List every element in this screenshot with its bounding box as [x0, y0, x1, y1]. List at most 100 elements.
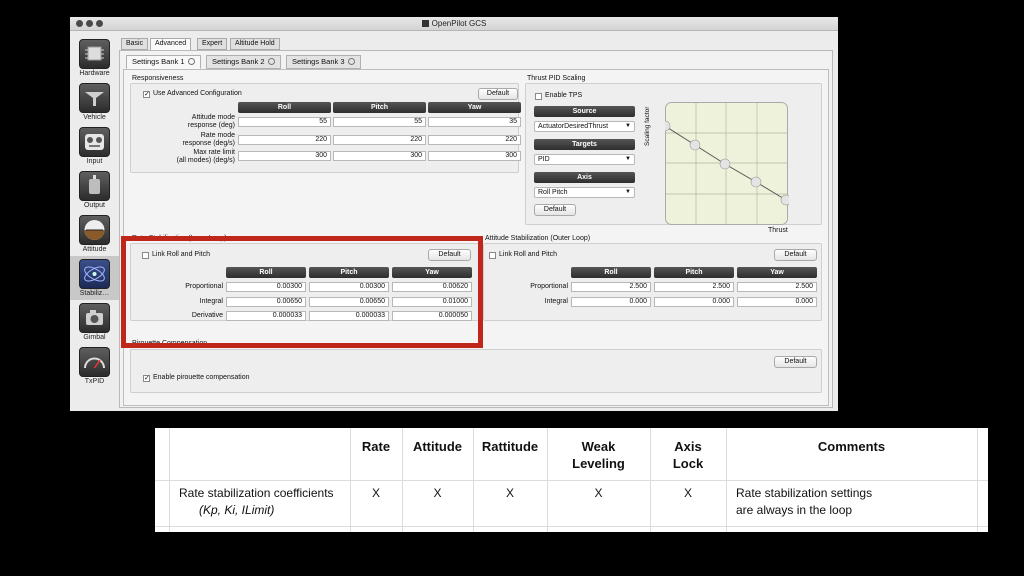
att-pitch-column-header: Pitch	[654, 267, 734, 278]
bank-tab-label: Settings Bank 3	[292, 57, 345, 66]
sidebar-item-stabilization[interactable]: Stabiliz…	[70, 256, 119, 300]
att-roll-column-header: Roll	[571, 267, 651, 278]
targets-header: Targets	[534, 139, 635, 150]
stabilization-icon	[79, 259, 110, 289]
attitude-roll-field[interactable]: 55	[238, 117, 331, 127]
sidebar-item-attitude[interactable]: Attitude	[70, 212, 119, 256]
enable-tps-checkbox[interactable]	[535, 93, 542, 100]
curve-point[interactable]	[750, 176, 762, 188]
pirouette-default-button[interactable]: Default	[774, 356, 817, 368]
thrust-pid-group: Enable TPS Source ActuatorDesiredThrust ▼…	[525, 83, 822, 234]
advanced-tab-panel: Settings Bank 1 Settings Bank 2 Settings…	[119, 50, 833, 408]
att-integral-label: Integral	[544, 298, 568, 305]
tab-altitude-hold[interactable]: Altitude Hold	[230, 38, 280, 50]
col-header-rattitude: Rattitude	[481, 439, 539, 454]
attitude-stab-title: Attitude Stabilization (Outer Loop)	[485, 235, 591, 242]
att-ki-pitch-field[interactable]: 0.000	[654, 297, 734, 307]
table-divider	[155, 480, 988, 481]
thrust-axis-label: Thrust	[768, 227, 788, 234]
sidebar-item-vehicle[interactable]: Vehicle	[70, 80, 119, 124]
axis-value: Roll Pitch	[538, 189, 568, 196]
targets-select[interactable]: PID ▼	[534, 154, 635, 165]
openpilot-gcs-window: OpenPilot GCS Hardware Vehicle Input Out…	[70, 17, 838, 411]
txpid-icon	[79, 347, 110, 377]
rate-roll-field[interactable]: 220	[238, 135, 331, 145]
axis-header: Axis	[534, 172, 635, 183]
sidebar-item-label: TxPID	[84, 378, 105, 385]
tab-settings-bank-3[interactable]: Settings Bank 3	[286, 55, 361, 69]
att-kp-pitch-field[interactable]: 2.500	[654, 282, 734, 292]
col-header-rate: Rate	[361, 439, 391, 454]
sidebar-item-hardware[interactable]: Hardware	[70, 36, 119, 80]
thrust-default-button[interactable]: Default	[534, 204, 576, 216]
gimbal-icon	[79, 303, 110, 333]
search-icon	[347, 58, 355, 65]
row-name: Rate stabilization coefficients	[179, 486, 334, 500]
chevron-down-icon: ▼	[625, 123, 631, 129]
sidebar-item-gimbal[interactable]: Gimbal	[70, 300, 119, 344]
att-kp-roll-field[interactable]: 2.500	[571, 282, 651, 292]
sidebar-item-label: Vehicle	[83, 114, 106, 121]
tab-basic[interactable]: Basic	[121, 38, 149, 50]
attitude-yaw-field[interactable]: 35	[428, 117, 521, 127]
enable-pirouette-checkbox[interactable]	[143, 375, 150, 382]
curve-point[interactable]	[689, 139, 701, 151]
axis-lock-mark: X	[683, 486, 692, 500]
rattitude-mark: X	[505, 486, 514, 500]
window-title: OpenPilot GCS	[431, 19, 487, 28]
att-kp-yaw-field[interactable]: 2.500	[737, 282, 817, 292]
axis-select[interactable]: Roll Pitch ▼	[534, 187, 635, 198]
maxrate-yaw-field[interactable]: 300	[428, 151, 521, 161]
thrust-scaling-curve-editor[interactable]	[665, 102, 789, 226]
col-header-comments: Comments	[817, 439, 886, 454]
highlight-box	[121, 236, 483, 348]
use-advanced-config-checkbox[interactable]	[143, 91, 150, 98]
sidebar: Hardware Vehicle Input Output Attitude S…	[70, 32, 119, 411]
sidebar-item-label: Input	[86, 158, 103, 165]
col-header-axis-lock: Axis Lock	[672, 439, 704, 471]
att-link-roll-pitch-checkbox[interactable]	[489, 252, 496, 259]
attitude-mark: X	[433, 486, 442, 500]
attitude-pitch-field[interactable]: 55	[333, 117, 426, 127]
source-select[interactable]: ActuatorDesiredThrust ▼	[534, 121, 635, 132]
att-stab-default-button[interactable]: Default	[774, 249, 817, 261]
col-header-attitude: Attitude	[412, 439, 463, 454]
curve-point[interactable]	[719, 158, 731, 170]
enable-tps-label: Enable TPS	[545, 92, 583, 99]
main-content: Basic Advanced Expert Altitude Hold Sett…	[119, 32, 838, 411]
responsiveness-group: Use Advanced Configuration Default Roll …	[130, 83, 521, 173]
attitude-mode-label: Attitude mode response (deg)	[187, 114, 235, 129]
tab-settings-bank-2[interactable]: Settings Bank 2	[206, 55, 281, 69]
sidebar-item-output[interactable]: Output	[70, 168, 119, 212]
sidebar-item-label: Stabiliz…	[79, 290, 110, 297]
enable-pirouette-label: Enable pirouette compensation	[153, 374, 250, 381]
att-proportional-label: Proportional	[530, 283, 568, 290]
weak-leveling-mark: X	[594, 486, 603, 500]
att-ki-yaw-field[interactable]: 0.000	[737, 297, 817, 307]
rate-mode-label: Rate mode response (deg/s)	[182, 132, 235, 147]
bank-tab-label: Settings Bank 1	[132, 57, 185, 66]
sidebar-item-txpid[interactable]: TxPID	[70, 344, 119, 388]
col-header-weak-leveling: Weak Leveling	[572, 439, 625, 471]
att-ki-roll-field[interactable]: 0.000	[571, 297, 651, 307]
attitude-icon	[79, 215, 110, 245]
rate-pitch-field[interactable]: 220	[333, 135, 426, 145]
curve-point[interactable]	[780, 194, 789, 206]
responsiveness-default-button[interactable]: Default	[478, 88, 518, 100]
responsiveness-title: Responsiveness	[132, 75, 184, 82]
window-title-container: OpenPilot GCS	[70, 19, 838, 28]
maxrate-pitch-field[interactable]: 300	[333, 151, 426, 161]
maxrate-roll-field[interactable]: 300	[238, 151, 331, 161]
sidebar-item-input[interactable]: Input	[70, 124, 119, 168]
sidebar-item-label: Gimbal	[83, 334, 106, 341]
tab-expert[interactable]: Expert	[197, 38, 228, 50]
row-comment: Rate stabilization settings are always i…	[736, 486, 873, 517]
rate-yaw-field[interactable]: 220	[428, 135, 521, 145]
att-yaw-column-header: Yaw	[737, 267, 817, 278]
chevron-down-icon: ▼	[625, 189, 631, 195]
sidebar-item-label: Attitude	[82, 246, 107, 253]
sidebar-item-label: Hardware	[79, 70, 110, 77]
tab-settings-bank-1[interactable]: Settings Bank 1	[126, 55, 201, 69]
use-advanced-config-label: Use Advanced Configuration	[153, 90, 242, 97]
source-header: Source	[534, 106, 635, 117]
